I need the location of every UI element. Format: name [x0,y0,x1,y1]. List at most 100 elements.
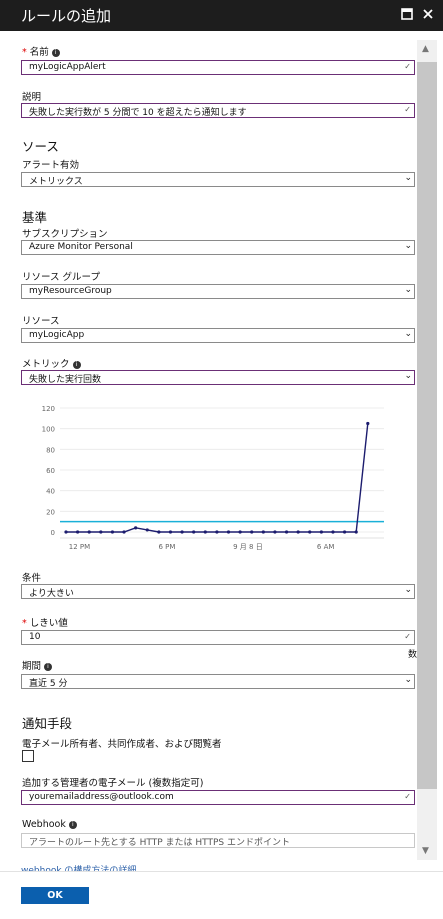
condition-value: より大きい [29,589,74,599]
chevron-down-icon: ⌄ [404,371,412,381]
subscription-select[interactable]: Azure Monitor Personal ⌄ [21,240,415,255]
email-owners-checkbox[interactable] [22,750,34,762]
scroll-up-icon[interactable]: ▲ [422,44,429,54]
data-point [168,530,173,534]
x-tick-label: 6 AM [317,543,335,551]
data-point [226,530,231,534]
alert-on-select[interactable]: メトリックス ⌄ [21,172,415,187]
close-icon[interactable] [421,8,434,21]
data-point [110,530,115,534]
threshold-input[interactable]: 10 ✓ [21,630,415,645]
period-select[interactable]: 直近 5 分 ⌄ [21,674,415,689]
data-point [122,530,126,534]
info-icon: i [44,663,53,671]
y-tick-label: 20 [46,508,55,516]
period-label-text: 期間 [22,661,42,672]
data-point [296,530,300,534]
data-point [261,530,265,534]
chevron-down-icon: ⌄ [404,241,412,251]
series-line [66,423,369,533]
window-title: ルールの追加 [21,7,112,25]
data-point [354,530,358,534]
metric-chart: 0 20 40 60 80 100 120 12 PM 6 PM 9 月 8 日 6 AM [42,405,384,551]
data-point [284,530,289,534]
data-point [76,530,80,534]
notify-heading: 通知手段 [22,716,73,731]
metric-label-text: メトリック [22,359,70,370]
name-input[interactable]: myLogicAppAlert ✓ [21,60,415,75]
webhook-placeholder: アラートのルート先とする HTTP または HTTPS エンドポイント [29,838,290,848]
chevron-down-icon: ⌄ [404,173,412,183]
data-point [203,530,207,534]
data-point [180,530,184,534]
source-heading: ソース [22,139,59,154]
name-label: * 名前 i [22,44,60,58]
data-point [134,526,138,530]
resource-group-value: myResourceGroup [29,286,112,296]
description-label: 説明 [22,92,42,103]
threshold-unit: 数 [408,650,418,660]
data-point [273,530,277,534]
y-tick-label: 80 [46,446,55,454]
data-point [99,530,103,534]
scrollbar-thumb[interactable] [417,62,437,789]
threshold-label: * しきい値 [22,615,68,629]
data-point [215,530,219,534]
x-tick-label: 6 PM [158,543,175,551]
description-input[interactable]: 失敗した実行数が 5 分間で 10 を超えたら通知します ✓ [21,103,415,118]
chevron-down-icon: ⌄ [404,285,412,295]
required-marker: * [22,47,27,58]
info-icon: i [68,821,77,829]
resource-group-select[interactable]: myResourceGroup ⌄ [21,284,415,299]
chevron-down-icon: ⌄ [404,675,412,685]
data-point [238,530,242,534]
check-icon: ✓ [404,792,411,801]
period-value: 直近 5 分 [29,679,68,689]
y-tick-label: 100 [42,426,55,434]
data-point [192,530,196,534]
admin-email-input[interactable]: youremailaddress@outlook.com ✓ [21,790,415,805]
check-icon: ✓ [404,632,411,641]
data-point [319,530,323,534]
ok-button[interactable]: OK [21,887,89,904]
email-owners-label: 電子メール所有者、共同作成者、および閲覧者 [22,739,222,750]
resource-group-label: リソース グループ [22,272,100,283]
chevron-down-icon: ⌄ [404,585,412,595]
data-point [145,528,149,532]
resource-value: myLogicApp [29,330,85,340]
x-tick-label: 9 月 8 日 [233,543,263,551]
data-point [64,530,68,534]
x-tick-label: 12 PM [69,543,90,551]
title-bar: ルールの追加 [0,0,443,31]
metric-label: メトリック i [22,356,81,370]
metric-select[interactable]: 失敗した実行回数 ⌄ [21,370,415,385]
y-tick-label: 60 [46,467,55,475]
chevron-down-icon: ⌄ [404,329,412,339]
threshold-value: 10 [29,632,41,642]
data-point [342,530,347,534]
webhook-label: Webhook i [22,819,77,830]
alert-on-value: メトリックス [29,177,83,187]
name-value: myLogicAppAlert [29,62,106,72]
data-point [87,530,91,534]
condition-select[interactable]: より大きい ⌄ [21,584,415,599]
data-point [331,530,335,534]
admin-email-value: youremailaddress@outlook.com [29,792,174,802]
admin-email-label: 追加する管理者の電子メール (複数指定可) [22,778,204,789]
required-marker: * [22,618,27,629]
alert-on-label: アラート有効 [22,160,80,171]
check-icon: ✓ [404,62,411,71]
resource-label: リソース [22,316,60,327]
vertical-scrollbar[interactable]: ▲ ▼ [417,40,437,860]
period-label: 期間 i [22,658,53,672]
check-icon: ✓ [404,105,411,114]
condition-label: 条件 [22,573,42,584]
data-point [308,530,312,534]
info-icon: i [51,49,60,57]
resource-select[interactable]: myLogicApp ⌄ [21,328,415,343]
data-point [157,530,161,534]
scroll-down-icon[interactable]: ▼ [422,846,429,856]
y-tick-label: 0 [51,529,55,537]
webhook-input[interactable]: アラートのルート先とする HTTP または HTTPS エンドポイント [21,833,415,848]
maximize-icon[interactable] [400,8,413,21]
